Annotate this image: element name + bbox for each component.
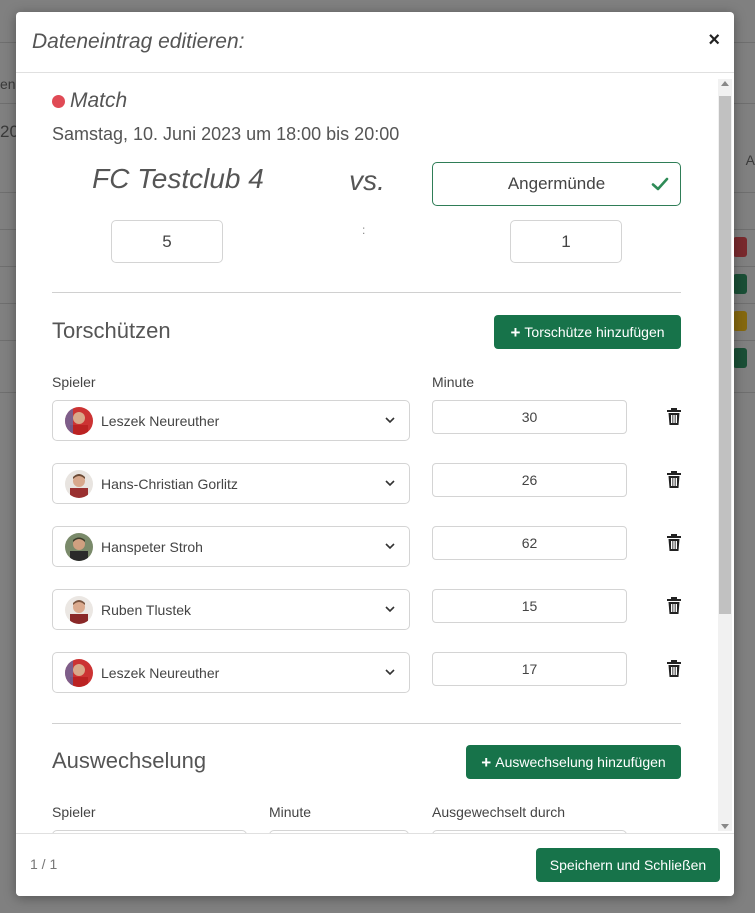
section-divider xyxy=(52,723,681,724)
player-avatar xyxy=(65,406,93,435)
trash-icon[interactable] xyxy=(666,660,682,678)
versus-label: vs. xyxy=(349,165,385,196)
player-avatar xyxy=(65,658,93,687)
event-type: Match xyxy=(52,89,127,113)
edit-entry-modal: Dateneintrag editieren: × Match Samstag,… xyxy=(16,12,734,896)
scorer-player-select[interactable]: Leszek Neureuther xyxy=(52,400,410,441)
chevron-down-icon xyxy=(385,669,395,676)
bg-status-badge xyxy=(733,237,747,257)
score-separator: : xyxy=(362,223,366,237)
chevron-down-icon xyxy=(385,480,395,487)
chevron-down-icon xyxy=(385,543,395,550)
scorer-player-select[interactable]: Hanspeter Stroh xyxy=(52,526,410,567)
scorer-minute-input[interactable]: 26 xyxy=(432,463,627,497)
home-score-input[interactable]: 5 xyxy=(111,220,223,263)
away-team-value: Angermünde xyxy=(507,174,606,193)
event-date: Samstag, 10. Juni 2023 um 18:00 bis 20:0… xyxy=(52,124,400,144)
modal-header: Dateneintrag editieren: × xyxy=(16,12,734,73)
scorer-minute-input[interactable]: 17 xyxy=(432,652,627,686)
section-divider xyxy=(52,292,681,293)
scorer-player-select[interactable]: Hans-Christian Gorlitz xyxy=(52,463,410,504)
close-icon[interactable]: × xyxy=(708,30,720,50)
event-type-dot-icon xyxy=(52,94,65,108)
trash-icon[interactable] xyxy=(666,471,682,489)
add-scorer-label: Torschütze hinzufügen xyxy=(524,324,665,340)
pager: 1 / 1 xyxy=(30,856,58,872)
modal-title: Dateneintrag editieren: xyxy=(32,30,245,53)
event-type-label: Match xyxy=(70,89,128,112)
plus-icon: + xyxy=(481,752,492,772)
player-avatar xyxy=(65,595,93,624)
bg-status-badge xyxy=(733,348,747,368)
scorer-player-select[interactable]: Ruben Tlustek xyxy=(52,589,410,630)
scorer-player-select[interactable]: Leszek Neureuther xyxy=(52,652,410,693)
save-and-close-button[interactable]: Speichern und Schließen xyxy=(536,848,720,882)
scorers-section-title: Torschützen xyxy=(52,318,171,343)
bg-status-badge xyxy=(733,311,747,331)
bg-status-badge xyxy=(733,274,747,294)
scorer-minute-input[interactable]: 30 xyxy=(432,400,627,434)
scorer-minute-column-label: Minute xyxy=(432,374,475,390)
player-name: Hans-Christian Gorlitz xyxy=(101,475,238,492)
substitution-player-column-label: Spieler xyxy=(52,804,96,820)
plus-icon: + xyxy=(510,322,521,342)
bg-text-fragment: A xyxy=(745,152,755,168)
player-avatar xyxy=(65,532,93,561)
trash-icon[interactable] xyxy=(666,408,682,426)
player-name: Ruben Tlustek xyxy=(101,601,192,618)
scorer-minute-input[interactable]: 62 xyxy=(432,526,627,560)
scorer-player-column-label: Spieler xyxy=(52,374,96,390)
modal-body[interactable]: Match Samstag, 10. Juni 2023 um 18:00 bi… xyxy=(16,73,734,833)
scrollbar[interactable] xyxy=(718,79,732,831)
scroll-up-arrow-icon[interactable] xyxy=(721,81,729,86)
trash-icon[interactable] xyxy=(666,534,682,552)
chevron-down-icon xyxy=(385,606,395,613)
player-name: Hanspeter Stroh xyxy=(101,538,203,555)
chevron-down-icon xyxy=(385,417,395,424)
add-scorer-button[interactable]: + Torschütze hinzufügen xyxy=(494,315,681,349)
away-score-input[interactable]: 1 xyxy=(510,220,622,263)
home-team-name: FC Testclub 4 xyxy=(92,163,264,194)
scrollbar-thumb[interactable] xyxy=(719,96,731,614)
trash-icon[interactable] xyxy=(666,597,682,615)
scroll-down-arrow-icon[interactable] xyxy=(721,824,729,829)
player-name: Leszek Neureuther xyxy=(101,412,220,429)
substitution-minute-column-label: Minute xyxy=(269,804,312,820)
substitution-replaced-by-column-label: Ausgewechselt durch xyxy=(432,804,566,820)
check-icon xyxy=(651,177,669,191)
add-substitution-label: Auswechselung hinzufügen xyxy=(495,754,666,770)
player-avatar xyxy=(65,469,93,498)
modal-footer: 1 / 1 Speichern und Schließen xyxy=(16,833,734,896)
substitutions-section-title: Auswechselung xyxy=(52,748,207,773)
away-team-input[interactable]: Angermünde xyxy=(432,162,681,206)
player-name: Leszek Neureuther xyxy=(101,664,220,681)
scorer-minute-input[interactable]: 15 xyxy=(432,589,627,623)
add-substitution-button[interactable]: + Auswechselung hinzufügen xyxy=(466,745,681,779)
